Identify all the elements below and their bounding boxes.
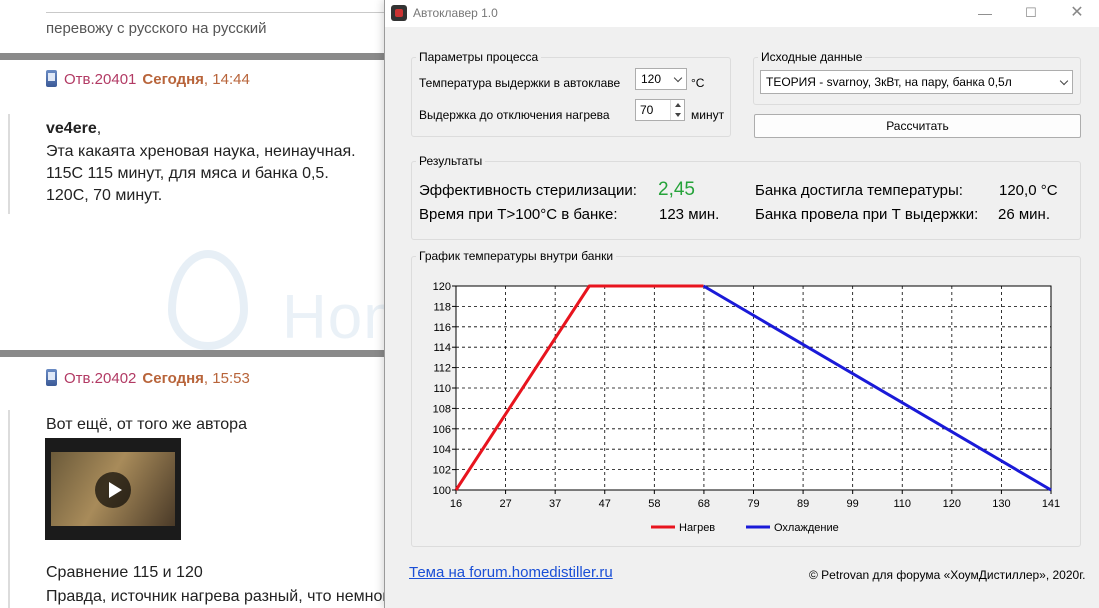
post-author: ve4ere, (46, 120, 101, 138)
x-tick-label: 110 (893, 498, 911, 510)
post-line: Вот ещё, от того же автора (46, 416, 247, 433)
y-tick-label: 110 (433, 383, 451, 395)
mobile-icon (46, 70, 57, 87)
post-line: 120С, 70 минут. (46, 187, 163, 204)
y-tick-label: 106 (433, 424, 451, 436)
app-window: Автоклавер 1.0 — ☐ ✕ Параметры процесса … (384, 0, 1099, 608)
video-thumbnail[interactable] (45, 438, 181, 540)
x-tick-label: 120 (943, 498, 961, 510)
author-name[interactable]: ve4ere (46, 120, 97, 137)
y-tick-label: 116 (433, 322, 451, 334)
x-tick-label: 27 (499, 498, 511, 510)
post-number-link[interactable]: Отв.20402 (64, 370, 136, 387)
post-header: Отв.20402 Сегодня, 15:53 (46, 369, 250, 387)
post-line: Эта какаята хреновая наука, неинаучная. (46, 143, 356, 160)
quote-bar (8, 114, 10, 214)
y-tick-label: 102 (433, 465, 451, 477)
post-header: Отв.20401 Сегодня, 14:44 (46, 70, 250, 88)
legend-label: Охлаждение (774, 522, 839, 534)
post-separator (0, 53, 390, 60)
post-number-link[interactable]: Отв.20401 (64, 71, 136, 88)
post-separator (0, 350, 390, 357)
y-tick-label: 104 (433, 444, 451, 456)
mobile-icon (46, 369, 57, 386)
x-tick-label: 58 (648, 498, 660, 510)
play-icon[interactable] (95, 472, 131, 508)
legend-label: Нагрев (679, 522, 715, 534)
x-tick-label: 89 (797, 498, 809, 510)
author-suffix: , (96, 120, 102, 137)
x-tick-label: 79 (747, 498, 759, 510)
quote-text: перевожу с русского на русский (46, 20, 267, 37)
x-tick-label: 141 (1042, 498, 1060, 510)
y-tick-label: 120 (433, 281, 451, 293)
x-tick-label: 47 (599, 498, 611, 510)
x-tick-label: 68 (698, 498, 710, 510)
post-time: , 14:44 (203, 71, 250, 88)
x-tick-label: 37 (549, 498, 561, 510)
y-tick-label: 108 (433, 403, 451, 415)
y-tick-label: 118 (433, 301, 451, 313)
screen: перевожу с русского на русский Отв.20401… (0, 0, 1099, 608)
watermark-drop-icon (168, 250, 248, 350)
forum-topic-link[interactable]: Тема на forum.homedistiller.ru (409, 564, 613, 581)
post-line: 115C 115 минут, для мяса и банка 0,5. (46, 165, 329, 182)
post-line: Сравнение 115 и 120 (46, 564, 203, 581)
divider (46, 12, 386, 13)
temperature-chart: 16 27 37 47 58 68 79 89 99 110 120 130 141 100 102 104 1… (433, 281, 1061, 534)
quote-bar (8, 410, 10, 608)
x-tick-label: 130 (992, 498, 1010, 510)
post-time: , 15:53 (203, 370, 250, 387)
y-tick-label: 100 (433, 485, 451, 497)
x-tick-label: 99 (847, 498, 859, 510)
post-date: Сегодня (142, 71, 204, 88)
copyright-text: © Petrovan для форума «ХоумДистиллер», 2… (809, 568, 1086, 582)
x-tick-label: 16 (450, 498, 462, 510)
y-tick-label: 114 (433, 342, 451, 354)
y-tick-label: 112 (433, 363, 451, 375)
post-date: Сегодня (142, 370, 204, 387)
